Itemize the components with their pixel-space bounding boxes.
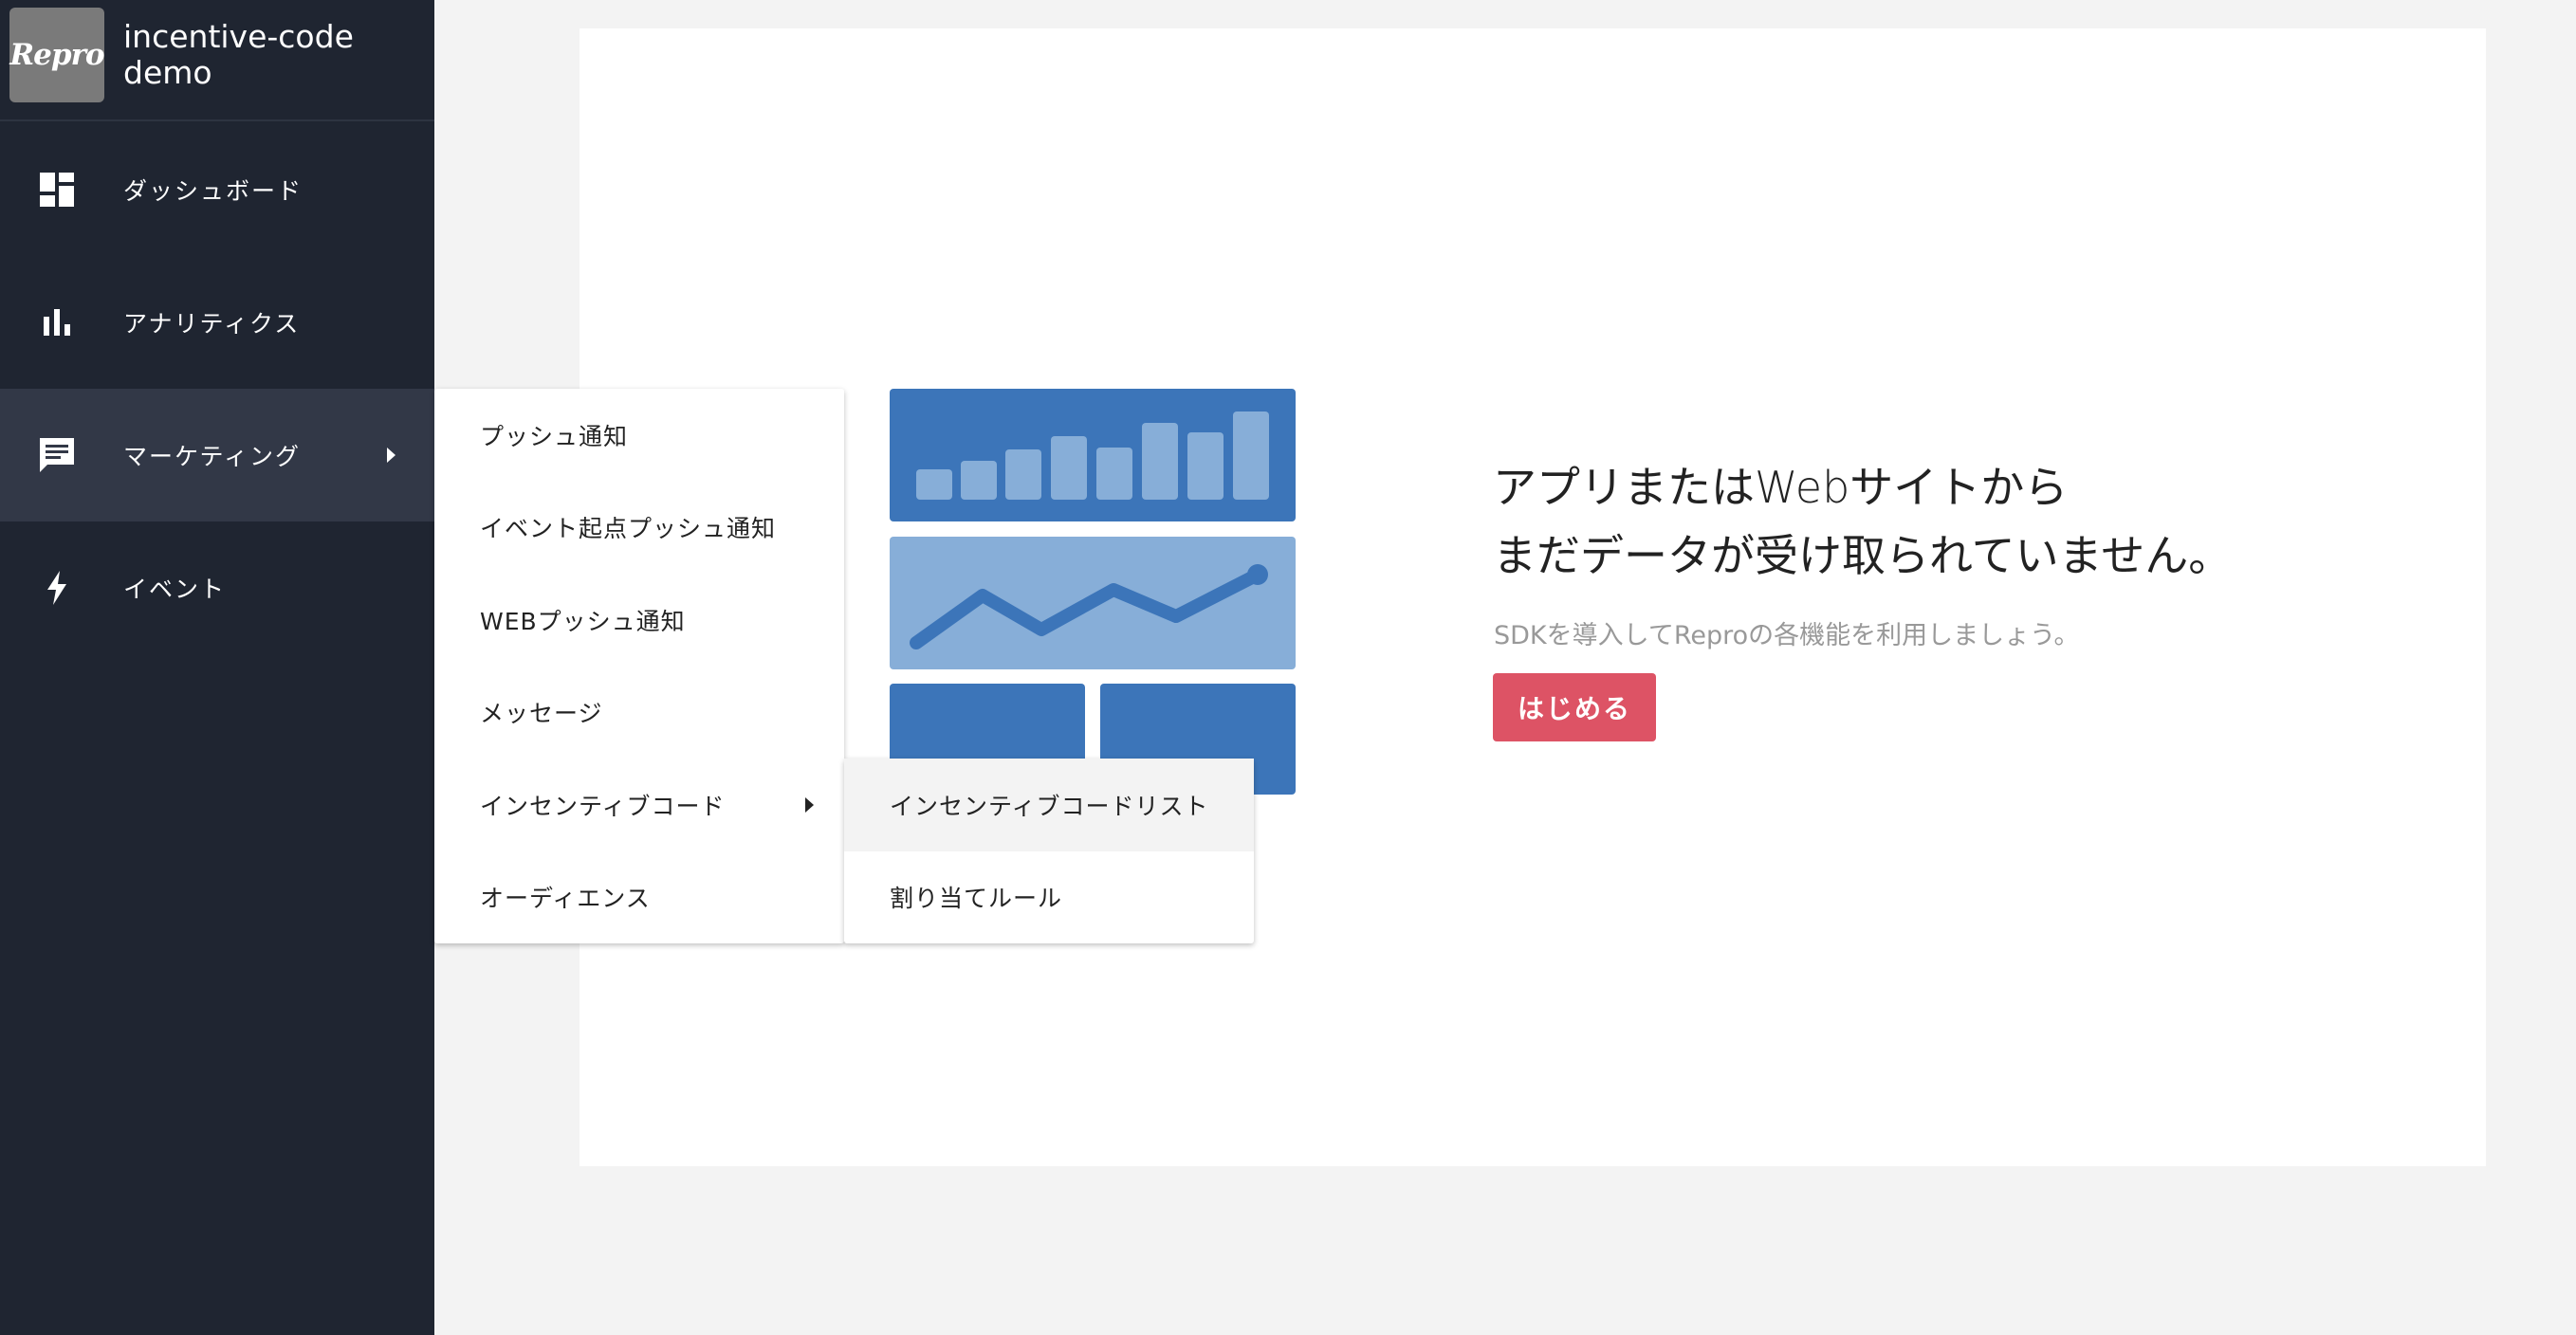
sidebar-item-marketing[interactable]: マーケティング <box>0 389 434 521</box>
empty-state-subtitle: SDKを導入してReproの各機能を利用しましょう。 <box>1494 621 2080 650</box>
menu-item-message[interactable]: メッセージ <box>434 667 844 759</box>
app-name: incentive-code demo <box>123 19 427 91</box>
menu-item-label: インセンティブコードリスト <box>890 792 1209 820</box>
menu-item-label: プッシュ通知 <box>480 422 629 450</box>
menu-item-incentive-code-list[interactable]: インセンティブコードリスト <box>844 759 1254 851</box>
menu-item-label: イベント起点プッシュ通知 <box>480 515 777 543</box>
bar-chart-icon <box>36 302 78 343</box>
menu-item-push-notification[interactable]: プッシュ通知 <box>434 389 844 482</box>
menu-item-label: インセンティブコード <box>480 792 726 820</box>
sidebar-item-label: ダッシュボード <box>123 177 304 205</box>
app-name-line1: incentive-code <box>123 18 354 55</box>
menu-item-web-push[interactable]: WEBプッシュ通知 <box>434 574 844 667</box>
sidebar-item-label: イベント <box>123 576 227 603</box>
chevron-right-icon <box>805 797 814 813</box>
sidebar-item-label: マーケティング <box>123 443 302 470</box>
menu-item-label: メッセージ <box>480 700 603 728</box>
menu-item-label: オーディエンス <box>480 885 651 913</box>
menu-item-event-triggered-push[interactable]: イベント起点プッシュ通知 <box>434 482 844 575</box>
chat-message-icon <box>36 434 78 476</box>
empty-state-title-line1: アプリまたはWebサイトから <box>1493 462 2069 513</box>
menu-item-incentive-code[interactable]: インセンティブコード <box>434 759 844 851</box>
sidebar-item-dashboard[interactable]: ダッシュボード <box>0 123 434 256</box>
start-button[interactable]: はじめる <box>1493 673 1656 741</box>
empty-state-title-line2: まだデータが受け取られていません。 <box>1493 530 2233 581</box>
dashboard-icon <box>36 169 78 210</box>
empty-state-title: アプリまたはWebサイトから まだデータが受け取られていません。 <box>1493 453 2346 590</box>
menu-item-audience[interactable]: オーディエンス <box>434 851 844 944</box>
app-header[interactable]: Repro incentive-code demo <box>0 0 434 121</box>
repro-logo: Repro <box>9 8 105 102</box>
illustration-line-dot <box>1247 564 1268 585</box>
sidebar: Repro incentive-code demo ダッシュボード アナリティク… <box>0 0 434 1335</box>
main-content-card <box>580 28 2486 1166</box>
lightning-bolt-icon <box>36 567 78 609</box>
marketing-dropdown-menu: プッシュ通知 イベント起点プッシュ通知 WEBプッシュ通知 メッセージ インセン… <box>434 389 844 943</box>
sidebar-item-label: アナリティクス <box>123 310 301 338</box>
incentive-code-submenu: インセンティブコードリスト 割り当てルール <box>844 759 1254 943</box>
menu-item-label: WEBプッシュ通知 <box>480 607 686 635</box>
menu-item-label: 割り当てルール <box>890 885 1063 913</box>
sidebar-item-analytics[interactable]: アナリティクス <box>0 256 434 389</box>
sidebar-item-events[interactable]: イベント <box>0 521 434 654</box>
app-name-line2: demo <box>123 54 212 91</box>
menu-item-allocation-rules[interactable]: 割り当てルール <box>844 851 1254 944</box>
dashboard-illustration <box>890 389 1296 795</box>
chevron-right-icon <box>387 448 396 463</box>
